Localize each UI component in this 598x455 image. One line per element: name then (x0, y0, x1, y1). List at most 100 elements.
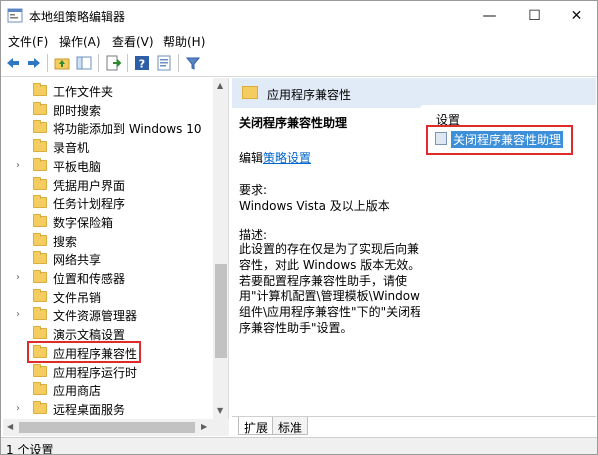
tree-item[interactable]: › 远程桌面服务 (3, 400, 213, 419)
tab-extended[interactable]: 扩展 (238, 417, 275, 435)
folder-icon (33, 382, 47, 396)
filter-icon[interactable] (185, 55, 201, 71)
tree-item-label: 工作文件夹 (53, 85, 114, 99)
tree-item-label: 平板电脑 (53, 159, 102, 174)
tree-item-label: 位置和传感器 (53, 272, 126, 286)
tree-item[interactable]: 文件吊销 (3, 288, 213, 307)
details-pane: 应用程序兼容性 关闭程序兼容性助理 编辑策略设置 要求: Windows Vis… (232, 78, 596, 436)
highlight-box-selected-node (27, 341, 141, 363)
expand-chevron-icon[interactable]: › (16, 403, 20, 414)
maximize-button[interactable]: ☐ (512, 1, 557, 30)
folder-icon (33, 400, 47, 414)
forward-arrow-icon[interactable] (26, 55, 42, 71)
status-bar: 1 个设置 (1, 437, 597, 455)
tree-item-label: 应用程序运行时 (53, 365, 138, 380)
scrollbar-thumb[interactable] (19, 422, 195, 433)
help-icon[interactable]: ? (134, 55, 150, 71)
folder-icon (33, 251, 47, 265)
minimize-button[interactable]: — (467, 1, 512, 30)
policy-settings-link[interactable]: 策略设置 (263, 151, 311, 165)
back-arrow-icon[interactable] (5, 55, 21, 71)
navigation-tree: 工作文件夹即时搜索将功能添加到 Windows 10 录音机 › 平板电脑凭据用户界面… (3, 78, 229, 419)
up-folder-icon[interactable] (54, 55, 70, 71)
policy-title: 关闭程序兼容性助理 (239, 116, 348, 130)
toolbar: ? (1, 50, 597, 77)
folder-icon (33, 120, 47, 134)
scroll-left-icon[interactable]: ◀ (7, 422, 13, 431)
expand-chevron-icon[interactable]: › (16, 160, 20, 171)
menu-file[interactable]: 文件(F) (8, 33, 48, 50)
show-hide-tree-icon[interactable] (76, 55, 92, 71)
tree-item-label: 任务计划程序 (53, 197, 126, 212)
tree-horizontal-scrollbar[interactable]: ◀ ▶ (3, 419, 229, 436)
pane-header-title: 应用程序兼容性 (267, 88, 352, 102)
expand-chevron-icon[interactable]: › (16, 309, 20, 320)
menu-action[interactable]: 操作(A) (59, 33, 101, 50)
properties-icon[interactable] (156, 55, 172, 71)
tree-item[interactable]: 录音机 (3, 138, 213, 157)
folder-icon (33, 83, 47, 96)
tree-item[interactable]: 应用程序运行时 (3, 363, 213, 382)
toolbar-separator (47, 54, 48, 72)
expand-chevron-icon[interactable]: › (16, 272, 20, 283)
tree-item-label: 即时搜索 (53, 103, 102, 118)
tree-item[interactable]: 凭据用户界面 (3, 176, 213, 195)
tab-standard[interactable]: 标准 (272, 417, 309, 435)
tree-item[interactable]: › 位置和传感器 (3, 269, 213, 288)
maximize-icon: ☐ (528, 7, 541, 24)
folder-icon (33, 195, 47, 209)
tree-item-label: 文件资源管理器 (53, 309, 138, 324)
tree-item[interactable]: › 平板电脑 (3, 157, 213, 176)
window-title: 本地组策略编辑器 (29, 10, 126, 24)
tree-item[interactable]: 任务计划程序 (3, 194, 213, 213)
edit-prefix: 编辑 (239, 151, 264, 165)
folder-icon (33, 213, 47, 227)
folder-icon (33, 101, 47, 115)
toolbar-separator (127, 54, 128, 72)
tree-vertical-scrollbar[interactable]: ▲ ▼ (213, 78, 228, 419)
tree-item-label: 远程桌面服务 (53, 402, 126, 417)
tree-item[interactable]: 即时搜索 (3, 101, 213, 120)
tree-item-label: 应用商店 (53, 384, 102, 399)
description-text: 此设置的存在仅是为了实现后向兼容性，对此 Windows 版本无效。若要配置程序… (239, 242, 427, 335)
view-tabs: 扩展 标准 (232, 416, 596, 436)
scroll-down-icon[interactable]: ▼ (217, 406, 223, 415)
tree-item[interactable]: 搜索 (3, 232, 213, 251)
tree-item-label: 凭据用户界面 (53, 178, 126, 193)
scroll-right-icon[interactable]: ▶ (201, 422, 207, 431)
policy-editor-icon (7, 8, 23, 23)
scrollbar-thumb[interactable] (215, 264, 227, 358)
svg-text:?: ? (139, 58, 145, 71)
folder-icon (33, 307, 47, 321)
folder-icon (33, 139, 47, 153)
title-bar[interactable]: 本地组策略编辑器 — ☐ ✕ (1, 1, 597, 30)
menu-help[interactable]: 帮助(H) (163, 33, 205, 50)
tree-item[interactable]: 工作文件夹 (3, 82, 213, 101)
group-policy-editor-window: 本地组策略编辑器 — ☐ ✕ 文件(F) 操作(A) 查看(V) 帮助(H) ?… (0, 0, 598, 455)
tree-item-label: 数字保险箱 (53, 215, 114, 230)
menu-bar: 文件(F) 操作(A) 查看(V) 帮助(H) (1, 30, 597, 50)
tree-item[interactable]: 应用商店 (3, 381, 213, 400)
close-button[interactable]: ✕ (554, 1, 597, 30)
toolbar-separator (178, 54, 179, 72)
tree-item-label: 将功能添加到 Windows 10 (53, 122, 202, 137)
folder-icon (33, 363, 47, 377)
export-list-icon[interactable] (105, 55, 121, 71)
tree-item[interactable]: 将功能添加到 Windows 10 (3, 119, 213, 138)
tree-item-label: 文件吊销 (53, 290, 102, 305)
folder-icon (33, 270, 47, 283)
folder-icon (33, 232, 47, 246)
tree-item-label: 网络共享 (53, 253, 102, 268)
folder-icon (33, 288, 47, 302)
tree-item[interactable]: 数字保险箱 (3, 213, 213, 232)
tree-item[interactable]: 网络共享 (3, 250, 213, 269)
minimize-icon: — (482, 7, 497, 24)
tree-item[interactable]: › 文件资源管理器 (3, 306, 213, 325)
folder-icon (33, 176, 47, 190)
pane-header: 应用程序兼容性 (232, 78, 596, 108)
status-text: 1 个设置 (6, 443, 54, 455)
menu-view[interactable]: 查看(V) (112, 33, 154, 50)
highlight-box-setting (426, 125, 573, 155)
scroll-up-icon[interactable]: ▲ (217, 81, 223, 90)
tree-item-label: 搜索 (53, 234, 78, 249)
